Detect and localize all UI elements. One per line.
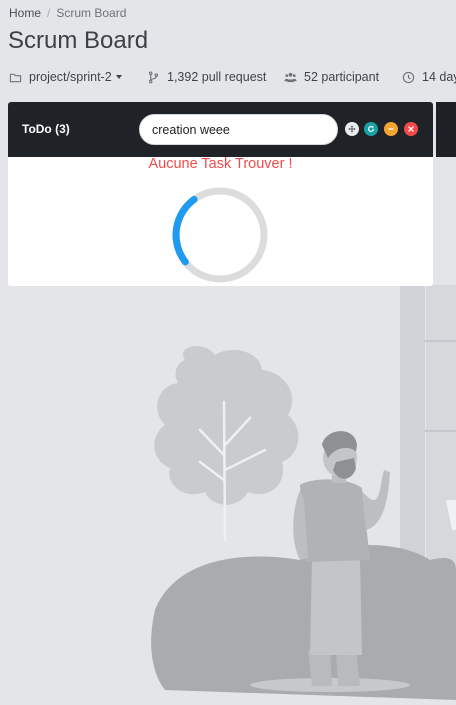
branch-dropdown[interactable]: project/sprint-2 — [9, 70, 122, 84]
pull-requests-link[interactable]: 1,392 pull request — [147, 70, 266, 84]
breadcrumb-home[interactable]: Home — [9, 6, 41, 20]
empty-state-message: Aucune Task Trouver ! — [148, 156, 293, 172]
clock-icon — [402, 71, 415, 83]
breadcrumb-separator: / — [47, 6, 51, 20]
column-title: ToDo (3) — [22, 122, 70, 136]
task-search-input[interactable] — [139, 114, 338, 145]
breadcrumb: Home / Scrum Board — [9, 6, 126, 20]
chevron-down-icon — [115, 75, 122, 79]
collapse-button[interactable] — [384, 122, 398, 136]
close-column-button[interactable] — [404, 122, 418, 136]
minus-icon — [388, 128, 394, 130]
move-icon — [348, 125, 356, 133]
move-column-button[interactable] — [345, 122, 359, 136]
page-title: Scrum Board — [8, 27, 149, 54]
duration-label: 14 days — [422, 70, 456, 84]
participants-link[interactable]: 52 participant — [284, 70, 379, 84]
close-icon — [408, 126, 414, 132]
git-branch-icon — [148, 71, 159, 83]
breadcrumb-current: Scrum Board — [56, 6, 127, 20]
sprint-duration: 14 days — [402, 70, 456, 84]
next-column-header — [436, 102, 456, 157]
pull-requests-label: 1,392 pull request — [167, 70, 267, 84]
branch-label: project/sprint-2 — [29, 70, 112, 84]
participants-icon — [284, 72, 297, 82]
folder-icon — [9, 73, 22, 82]
loading-spinner — [172, 187, 268, 283]
refresh-button[interactable] — [364, 122, 378, 136]
participants-label: 52 participant — [304, 70, 380, 84]
refresh-icon — [368, 125, 374, 132]
todo-column: ToDo (3) Aucune Task Trouver ! — [8, 102, 433, 286]
column-header: ToDo (3) — [8, 102, 433, 157]
